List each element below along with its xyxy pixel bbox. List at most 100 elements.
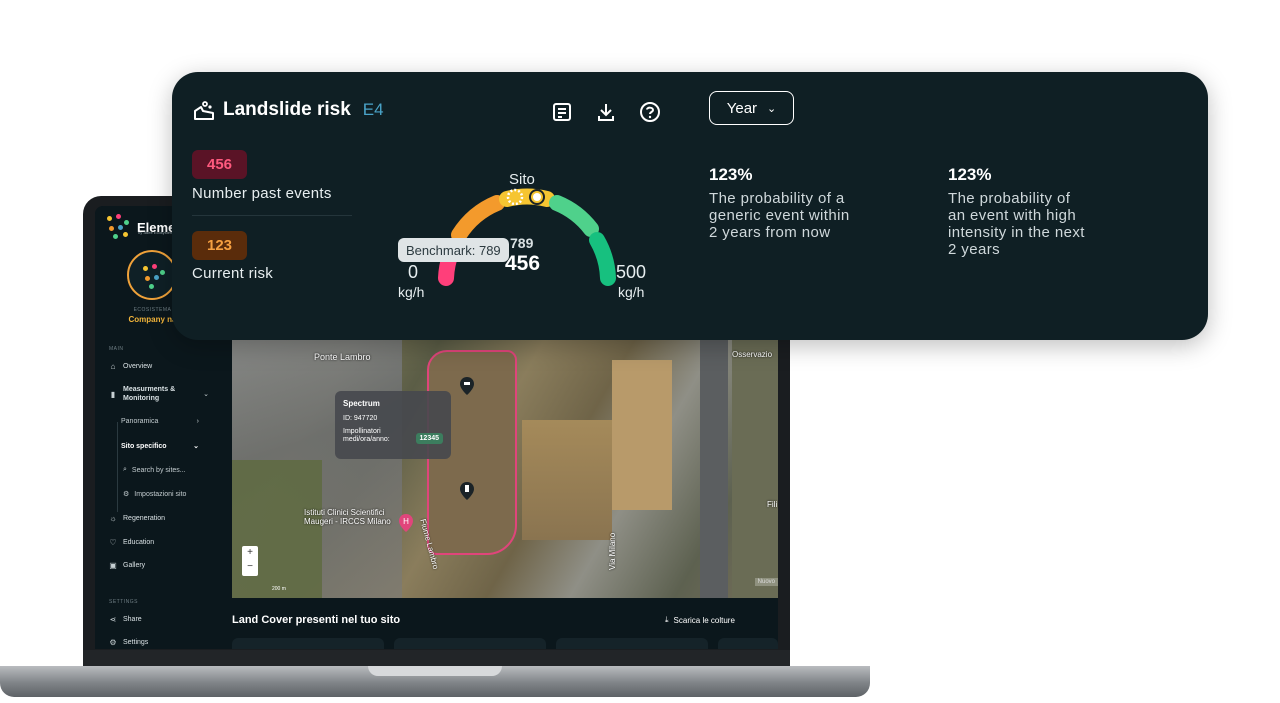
popup-id: ID: 947720 — [343, 415, 378, 422]
laptop-notch — [368, 666, 502, 676]
panel-title: Landslide risk — [223, 99, 351, 120]
nav-sub-search-sites[interactable]: ⌕ Search by sites... — [123, 466, 201, 474]
download-icon: ⤓ — [665, 615, 669, 624]
panel-header: Landslide risk E4 — [193, 99, 384, 121]
nav-sub-label: Search by sites... — [131, 466, 186, 474]
download-icon — [598, 104, 614, 121]
probability-description: The probability of a generic event withi… — [709, 190, 850, 241]
nav-item-label: Gallery — [123, 561, 146, 569]
gallery-icon: ▣ — [109, 560, 117, 570]
nav-item-education[interactable]: ♡ Education — [109, 537, 209, 547]
home-icon: ⌂ — [110, 361, 116, 371]
map-green-field — [232, 460, 322, 598]
gauge-benchmark-value: 789 — [510, 235, 534, 251]
past-events-label: Number past events — [192, 185, 332, 202]
land-cover-card[interactable] — [394, 638, 546, 649]
chevron-down-icon: ⌄ — [767, 102, 777, 115]
nav-item-share[interactable]: ⋖ Share — [109, 614, 209, 624]
nav-section-settings: SETTINGS — [109, 599, 139, 605]
map-label-place: Fili — [767, 500, 778, 509]
gauge-min: 0 — [408, 262, 419, 282]
nav-sub-label: Impostazioni sito — [134, 490, 187, 498]
map-field-east — [732, 340, 778, 598]
probability-description: The probability of an event with high in… — [948, 190, 1085, 258]
sun-icon: ☼ — [109, 513, 117, 523]
benchmark-tooltip: Benchmark: 789 — [398, 238, 509, 262]
nav-item-gallery[interactable]: ▣ Gallery — [109, 560, 209, 570]
nav-item-label: Measurments & Monitoring — [123, 386, 176, 402]
brand-subtitle: by 3Bee Ecosystems — [138, 230, 176, 235]
satellite-map[interactable]: Ponte Lambro Osservazio Istituti Clinici… — [232, 340, 778, 598]
zoom-control: + − — [242, 546, 258, 576]
map-highway — [700, 340, 728, 598]
past-events-badge: 456 — [192, 150, 247, 179]
gear-icon: ⚙ — [109, 637, 117, 647]
search-icon: ⌕ — [123, 466, 127, 473]
nav-sub-panoramica[interactable]: Panoramica › — [121, 418, 199, 425]
popup-label: Impollinatori medi/ora/anno: — [343, 428, 390, 443]
period-select[interactable]: Year ⌄ — [709, 91, 794, 125]
nav-section-main: MAIN — [109, 346, 124, 352]
nav-item-settings[interactable]: ⚙ Settings — [109, 637, 209, 647]
map-label-hospital: Istituti Clinici Scientifici Maugeri - I… — [304, 508, 391, 526]
help-icon — [640, 102, 660, 122]
probability-block: 123% The probability of a generic event … — [709, 165, 859, 241]
org-avatar[interactable] — [127, 250, 177, 300]
map-crop-field — [522, 420, 612, 540]
nav-item-label: Regeneration — [123, 514, 166, 522]
current-risk-label: Current risk — [192, 265, 274, 282]
brand-dots-icon — [105, 214, 131, 240]
gauge-label: Sito — [509, 171, 535, 188]
land-cover-title: Land Cover presenti nel tuo sito — [232, 614, 401, 626]
heart-icon: ♡ — [109, 537, 117, 547]
download-button[interactable] — [594, 100, 618, 124]
help-button[interactable] — [638, 100, 662, 124]
nav-rail — [117, 422, 118, 512]
gauge-unit-min: kg/h — [398, 284, 425, 300]
share-icon: ⋖ — [109, 614, 117, 624]
popup-row: Impollinatori medi/ora/anno: 12345 — [343, 428, 443, 444]
metric-divider — [192, 215, 352, 216]
nav-item-label: Education — [123, 538, 155, 546]
nav-sub-sito-specifico[interactable]: Sito specifico ⌄ — [121, 442, 199, 451]
map-pin-icon[interactable] — [460, 377, 474, 395]
download-crops-label: Scarica le colture — [673, 615, 735, 625]
panel-code: E4 — [362, 100, 384, 119]
gear-icon: ⚙ — [123, 491, 130, 498]
nav-sub-label: Sito specifico — [121, 442, 167, 450]
probability-value: 123% — [948, 165, 992, 184]
gauge-segment — [589, 232, 616, 286]
gauge-value: 456 — [505, 252, 541, 275]
map-label-place: Ponte Lambro — [314, 352, 371, 362]
landslide-risk-panel: Landslide risk E4 Year ⌄ 456 Number past… — [172, 72, 1208, 340]
land-cover-card[interactable] — [718, 638, 778, 649]
gauge-max: 500 — [616, 262, 647, 282]
nav-item-overview[interactable]: ⌂ Overview — [109, 361, 209, 371]
brand-logo[interactable]: Eleme — [105, 214, 175, 240]
land-cover-card[interactable] — [556, 638, 708, 649]
download-crops-link[interactable]: ⤓ Scarica le colture — [665, 615, 735, 625]
gauge-unit-max: kg/h — [618, 284, 645, 300]
map-label-road: Via Milano — [608, 532, 617, 570]
site-popup[interactable]: Spectrum ID: 947720 Impollinatori medi/o… — [335, 391, 451, 459]
nav-item-label: Overview — [123, 362, 153, 370]
hospital-pin-icon[interactable]: H — [399, 514, 413, 532]
nav-item-measurements[interactable]: ▮ Measurments & Monitoring ⌄ — [109, 385, 209, 403]
map-pin-icon[interactable] — [460, 482, 474, 500]
nav-sub-impostazioni[interactable]: ⚙ Impostazioni sito — [123, 490, 223, 499]
stage: Eleme by 3Bee Ecosystems ECOSISTEMA Comp… — [0, 0, 1280, 703]
chart-icon: ▮ — [110, 389, 116, 399]
nav-item-regeneration[interactable]: ☼ Regeneration — [109, 513, 209, 523]
notes-button[interactable] — [550, 100, 574, 124]
gauge-segment — [549, 195, 599, 237]
land-cover-card[interactable] — [232, 638, 384, 649]
panel-toolbar — [550, 100, 662, 124]
map-attribution: Nuovo — [754, 578, 778, 586]
period-select-value: Year — [726, 99, 758, 117]
popup-value-badge: 12345 — [415, 433, 443, 444]
zoom-out-button[interactable]: − — [242, 560, 258, 574]
zoom-in-button[interactable]: + — [242, 546, 258, 560]
value-marker-dot-icon — [533, 193, 541, 201]
notes-icon — [553, 103, 571, 121]
map-crop-field — [612, 360, 672, 510]
